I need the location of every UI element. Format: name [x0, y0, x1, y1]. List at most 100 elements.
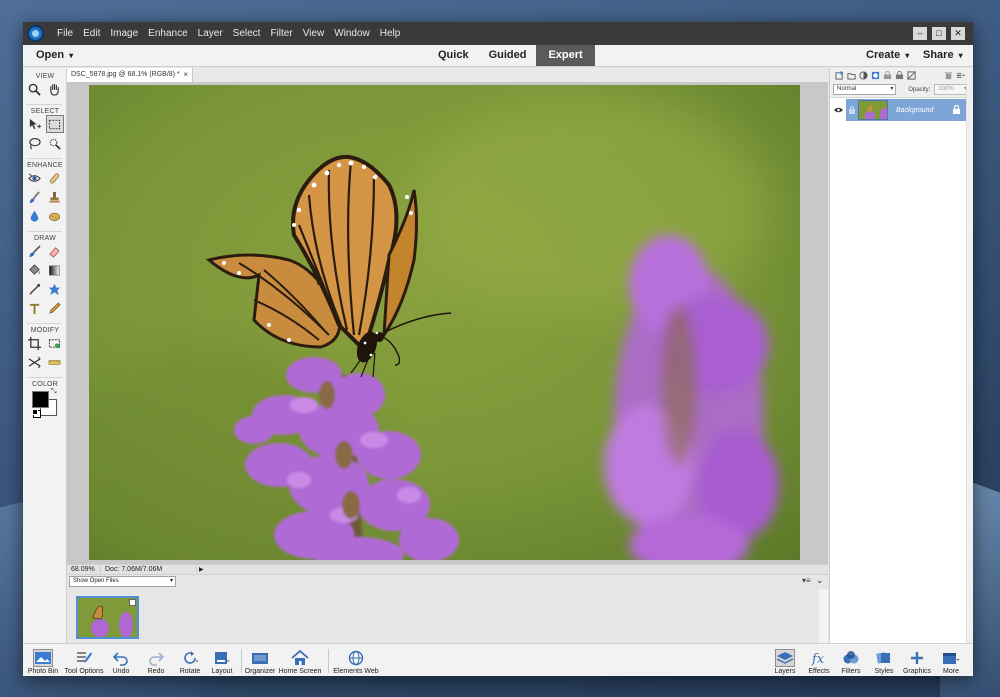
- menu-filter[interactable]: Filter: [265, 28, 297, 39]
- straighten-tool-icon[interactable]: [46, 353, 64, 371]
- layers-label: Layers: [774, 668, 796, 675]
- tool-options-button[interactable]: Tool Options: [63, 644, 105, 676]
- layer-row-background[interactable]: Background: [830, 99, 967, 121]
- layer-blend-controls: Normal Opacity: 100%: [830, 82, 973, 98]
- new-group-icon[interactable]: [847, 71, 856, 80]
- bin-scrollbar[interactable]: [819, 589, 828, 644]
- layers-scrollbar[interactable]: [966, 82, 973, 643]
- taskbar-divider: [241, 649, 242, 673]
- rotate-label: Rotate: [179, 668, 201, 675]
- status-arrow-icon[interactable]: ▶: [199, 566, 204, 573]
- layer-mask-icon[interactable]: [871, 71, 880, 80]
- move-tool-icon[interactable]: [26, 115, 44, 133]
- layer-thumbnail: [858, 100, 888, 120]
- rectangular-marquee-tool-icon[interactable]: [45, 115, 64, 133]
- adjustment-layer-icon[interactable]: [859, 70, 868, 80]
- sponge-tool-icon[interactable]: [46, 207, 64, 225]
- delete-layer-icon[interactable]: [944, 71, 953, 80]
- lock-transparent-icon[interactable]: [883, 70, 892, 80]
- rotate-button[interactable]: Rotate: [176, 644, 204, 676]
- filters-button[interactable]: Filters: [838, 644, 864, 676]
- close-document-icon[interactable]: ×: [183, 68, 188, 82]
- spot-healing-brush-tool-icon[interactable]: [46, 169, 64, 187]
- color-swatches: ⤡: [23, 388, 66, 418]
- tab-quick[interactable]: Quick: [428, 45, 479, 66]
- minimize-button[interactable]: –: [913, 27, 927, 40]
- photo-bin: Show Open Files ▾≡ ⌄: [67, 574, 828, 644]
- crop-tool-icon[interactable]: [26, 334, 44, 352]
- pencil-tool-icon[interactable]: [46, 299, 64, 317]
- lasso-tool-icon[interactable]: [26, 134, 44, 152]
- open-button[interactable]: Open ▾: [36, 49, 73, 61]
- smart-brush-tool-icon[interactable]: [26, 188, 44, 206]
- photo-bin-thumbnail[interactable]: [76, 596, 139, 639]
- gradient-tool-icon[interactable]: [46, 261, 64, 279]
- layers-button[interactable]: Layers: [772, 644, 798, 676]
- show-open-files-select[interactable]: Show Open Files: [69, 576, 176, 587]
- swap-colors-icon[interactable]: ⤡: [51, 388, 57, 396]
- hand-tool-icon[interactable]: [46, 80, 64, 98]
- app-logo-icon[interactable]: [27, 25, 44, 42]
- bin-collapse-icon[interactable]: ⌄: [816, 575, 824, 586]
- bin-menu-icon[interactable]: ▾≡: [802, 576, 811, 585]
- tab-expert[interactable]: Expert: [536, 45, 595, 66]
- menu-enhance[interactable]: Enhance: [143, 28, 192, 39]
- menu-edit[interactable]: Edit: [78, 28, 105, 39]
- styles-button[interactable]: Styles: [871, 644, 897, 676]
- close-window-button[interactable]: ✕: [951, 27, 965, 40]
- brush-tool-icon[interactable]: [26, 242, 44, 260]
- photo-bin-icon: [33, 649, 53, 667]
- redo-button[interactable]: Redo: [144, 644, 168, 676]
- document-tab-bar: DSC_5878.jpg @ 68.1% (RGB/8) * ×: [67, 68, 828, 82]
- zoom-tool-icon[interactable]: [26, 80, 44, 98]
- new-layer-icon[interactable]: [835, 70, 844, 80]
- share-button[interactable]: Share ▾: [923, 49, 963, 61]
- blend-mode-select[interactable]: Normal: [833, 84, 897, 95]
- menu-help[interactable]: Help: [375, 28, 406, 39]
- layer-item[interactable]: Background: [846, 99, 967, 121]
- tab-guided[interactable]: Guided: [479, 45, 537, 66]
- document-tab[interactable]: DSC_5878.jpg @ 68.1% (RGB/8) * ×: [67, 68, 193, 82]
- red-eye-tool-icon[interactable]: [26, 169, 44, 187]
- custom-shape-tool-icon[interactable]: [46, 280, 64, 298]
- undo-button[interactable]: Undo: [109, 644, 133, 676]
- zoom-level-field[interactable]: 68.09%: [67, 566, 101, 573]
- lock-all-icon[interactable]: [895, 70, 904, 80]
- paint-bucket-tool-icon[interactable]: [26, 261, 44, 279]
- type-tool-icon[interactable]: [26, 299, 44, 317]
- default-colors-icon[interactable]: [32, 409, 38, 415]
- menu-image[interactable]: Image: [105, 28, 143, 39]
- elements-web-button[interactable]: Elements Web: [333, 644, 379, 676]
- recompose-tool-icon[interactable]: [46, 334, 64, 352]
- layer-style-icon[interactable]: [907, 70, 916, 80]
- quick-selection-tool-icon[interactable]: [46, 134, 64, 152]
- eraser-tool-icon[interactable]: [46, 242, 64, 260]
- document-size-info: Doc: 7.06M/7.06M: [101, 566, 197, 573]
- opacity-field[interactable]: 100%: [934, 84, 970, 95]
- image-canvas[interactable]: [89, 85, 800, 560]
- menu-window[interactable]: Window: [329, 28, 375, 39]
- photo-bin-button[interactable]: Photo Bin: [27, 644, 59, 676]
- home-screen-button[interactable]: Home Screen: [278, 644, 322, 676]
- organizer-button[interactable]: Organizer: [244, 644, 276, 676]
- layout-button[interactable]: Layout: [209, 644, 235, 676]
- share-caret-icon: ▾: [958, 51, 963, 60]
- filters-icon: [841, 649, 861, 667]
- blur-tool-icon[interactable]: [26, 207, 44, 225]
- eyedropper-tool-icon[interactable]: [26, 280, 44, 298]
- maximize-button[interactable]: □: [932, 27, 946, 40]
- effects-button[interactable]: fx Effects: [806, 644, 832, 676]
- clone-stamp-tool-icon[interactable]: [46, 188, 64, 206]
- graphics-button[interactable]: Graphics: [902, 644, 932, 676]
- menu-select[interactable]: Select: [228, 28, 266, 39]
- foreground-color-swatch[interactable]: [32, 391, 49, 408]
- content-aware-move-tool-icon[interactable]: [26, 353, 44, 371]
- menu-file[interactable]: File: [52, 28, 78, 39]
- more-button[interactable]: More: [937, 644, 965, 676]
- layer-lock-icon[interactable]: [952, 105, 961, 114]
- create-button[interactable]: Create ▾: [866, 49, 909, 61]
- visibility-eye-icon[interactable]: [830, 107, 846, 113]
- panel-menu-icon[interactable]: [956, 71, 965, 80]
- menu-view[interactable]: View: [298, 28, 330, 39]
- menu-layer[interactable]: Layer: [193, 28, 228, 39]
